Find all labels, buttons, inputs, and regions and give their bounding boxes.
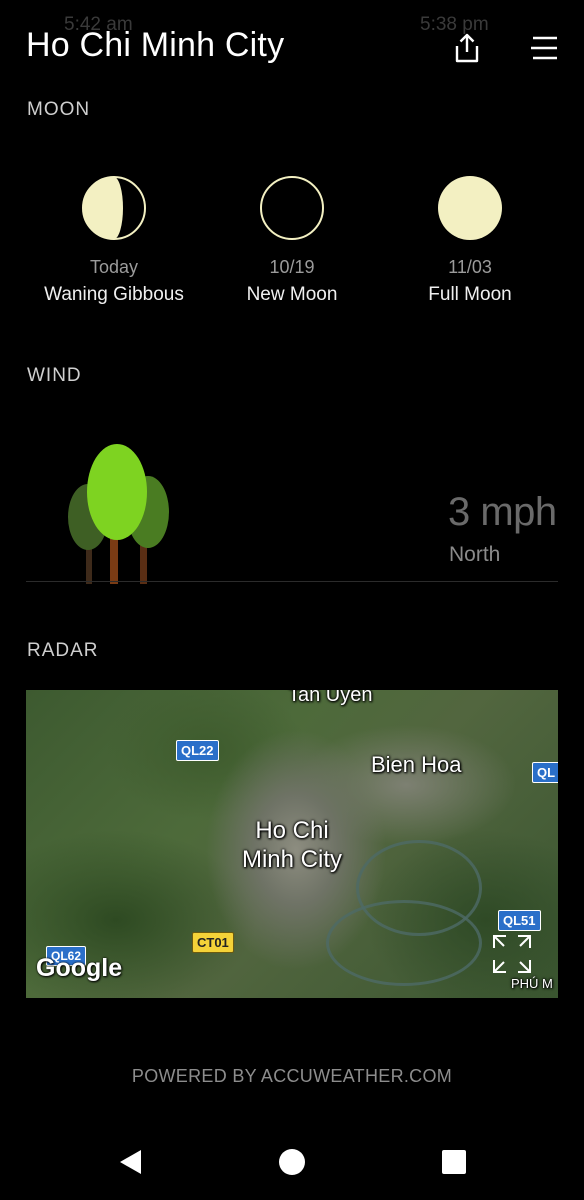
map-label-city: Ho Chi Minh City [232, 816, 352, 874]
page-title: Ho Chi Minh City [26, 26, 285, 64]
moon-date: 10/19 [269, 257, 315, 277]
road-badge-ql22: QL22 [176, 740, 219, 761]
wind-section-label: WIND [27, 365, 82, 386]
share-button[interactable] [445, 26, 489, 70]
wind-trees-icon [68, 444, 169, 584]
moon-phase-name: Full Moon [428, 284, 512, 305]
expand-icon[interactable] [492, 934, 532, 974]
map-label-city-line1: Ho Chi [255, 817, 329, 844]
powered-by-footer: POWERED BY ACCUWEATHER.COM [131, 1066, 453, 1086]
moon-phase-new: 10/19 New Moon [202, 175, 382, 306]
new-moon-icon [260, 176, 324, 240]
share-icon [455, 33, 479, 63]
map-label-bien-hoa: Bien Hoa [371, 752, 462, 777]
map-label-phu-m: PHÚ M [511, 976, 553, 991]
wind-speed: 3 mph [448, 490, 557, 534]
nav-back-button[interactable] [108, 1140, 152, 1184]
home-icon [279, 1149, 305, 1175]
moon-section-label: MOON [27, 99, 91, 120]
radar-map[interactable]: Tan Uyen Bien Hoa Ho Chi Minh City PHÚ M… [26, 690, 558, 998]
menu-icon [531, 36, 557, 60]
weather-detail-screen: 5:42 am 5:38 pm Ho Chi Minh City MOON To… [0, 0, 584, 1200]
moon-phase-today: Today Waning Gibbous [24, 175, 204, 306]
nav-recents-button[interactable] [432, 1140, 476, 1184]
section-divider [26, 581, 558, 582]
road-badge-ql: QL [532, 762, 558, 783]
full-moon-icon [438, 176, 502, 240]
wind-direction: North [449, 543, 501, 566]
nav-home-button[interactable] [270, 1140, 314, 1184]
google-logo: Google [36, 954, 123, 982]
road-badge-ct01: CT01 [192, 932, 234, 953]
map-label-tan-uyen: Tan Uyen [288, 690, 373, 706]
moon-phase-full: 11/03 Full Moon [380, 175, 560, 306]
road-badge-ql51: QL51 [498, 910, 541, 931]
map-label-city-line2: Minh City [241, 846, 343, 873]
menu-button[interactable] [522, 26, 566, 70]
river-shape [326, 900, 482, 986]
moon-phase-name: New Moon [246, 284, 338, 305]
moon-phase-name: Waning Gibbous [44, 284, 184, 305]
radar-section-label: RADAR [27, 640, 99, 661]
recents-icon [442, 1150, 466, 1174]
back-icon [120, 1150, 141, 1174]
moon-date: 11/03 [448, 257, 492, 277]
moon-date: Today [89, 257, 139, 277]
waning-gibbous-icon [82, 176, 146, 240]
